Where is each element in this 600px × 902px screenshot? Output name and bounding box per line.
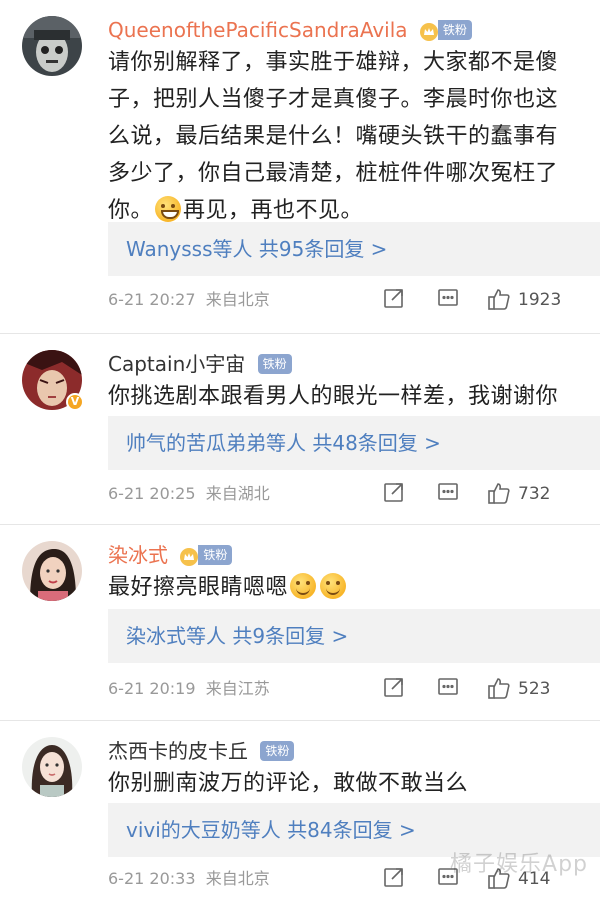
fan-badge: 铁粉 [260, 740, 295, 761]
like-count: 732 [518, 484, 551, 504]
username-row: QueenofthePacificSandraAvila 铁粉 [108, 14, 472, 42]
reply-summary[interactable]: 染冰式等人 共9条回复 > [108, 609, 600, 663]
like-count: 1923 [518, 290, 562, 310]
comment-meta: 6-21 20:33 来自北京 [108, 865, 270, 893]
fan-badge: 铁粉 [198, 544, 233, 565]
comment-location: 来自北京 [205, 290, 270, 309]
share-icon[interactable] [382, 675, 406, 703]
share-icon[interactable] [382, 480, 406, 508]
verified-badge: V [66, 393, 84, 411]
comment-icon[interactable] [436, 675, 460, 703]
crown-icon [419, 20, 438, 41]
avatar[interactable] [22, 541, 82, 601]
like-count: 523 [518, 679, 551, 699]
comment-meta: 6-21 20:27 来自北京 [108, 286, 270, 314]
fan-badge: 铁粉 [437, 19, 472, 40]
username-row: 染冰式 铁粉 [108, 539, 233, 569]
comment-actions: 732 [382, 480, 582, 508]
comment-icon[interactable] [436, 286, 460, 314]
comment-location: 来自北京 [205, 869, 270, 888]
smile-emoji [290, 573, 317, 599]
username[interactable]: QueenofthePacificSandraAvila [108, 16, 408, 44]
username[interactable]: 染冰式 [108, 541, 168, 569]
comment-location: 来自湖北 [205, 484, 270, 503]
username-row: 杰西卡的皮卡丘 铁粉 [108, 735, 295, 765]
like-button[interactable]: 523 [486, 675, 550, 703]
comment-item: 染冰式 铁粉 最好擦亮眼睛嗯嗯 染冰式等人 共9条回复 > 6-21 20:19… [0, 525, 600, 721]
comment-actions: 523 [382, 675, 582, 703]
username-row: Captain小宇宙 铁粉 [108, 348, 292, 376]
username[interactable]: Captain小宇宙 [108, 350, 245, 378]
like-icon [488, 483, 510, 504]
comment-text: 你别删南波万的评论，敢做不敢当么 [108, 771, 469, 796]
comment-item: V Captain小宇宙 铁粉 你挑选剧本跟看男人的眼光一样差，我谢谢你 帅气的… [0, 334, 600, 525]
like-button[interactable]: 732 [486, 480, 550, 508]
username[interactable]: 杰西卡的皮卡丘 [108, 737, 248, 765]
smile-emoji [320, 573, 347, 599]
comment-text: 请你别解释了，事实胜于雄辩，大家都不是傻子，把别人当傻子才是真傻子。李晨时你也这… [108, 50, 559, 223]
like-button[interactable]: 1923 [486, 286, 561, 314]
share-icon[interactable] [382, 865, 406, 893]
comment-item: QueenofthePacificSandraAvila 铁粉 请你别解释了，事… [0, 0, 600, 334]
share-icon[interactable] [382, 286, 406, 314]
comment-location: 来自江苏 [205, 679, 270, 698]
comment-text: 你挑选剧本跟看男人的眼光一样差，我谢谢你 [108, 384, 559, 409]
avatar[interactable] [22, 737, 82, 797]
watermark: 橘子娱乐App [450, 852, 588, 877]
like-icon [488, 289, 510, 310]
like-icon [488, 678, 510, 699]
avatar[interactable] [22, 16, 82, 76]
comment-item: 杰西卡的皮卡丘 铁粉 你别删南波万的评论，敢做不敢当么 vivi的大豆奶等人 共… [0, 721, 600, 902]
comment-time: 6-21 20:27 [108, 290, 196, 309]
reply-summary[interactable]: Wanysss等人 共95条回复 > [108, 222, 600, 276]
grin-emoji [155, 196, 182, 222]
comment-icon[interactable] [436, 480, 460, 508]
comment-time: 6-21 20:33 [108, 869, 196, 888]
comment-time: 6-21 20:19 [108, 679, 196, 698]
comment-actions: 1923 [382, 286, 582, 314]
comment-meta: 6-21 20:19 来自江苏 [108, 675, 270, 703]
crown-icon [180, 545, 199, 566]
comment-text: 最好擦亮眼睛嗯嗯 [108, 569, 580, 606]
comment-time: 6-21 20:25 [108, 484, 196, 503]
reply-summary[interactable]: 帅气的苦瓜弟弟等人 共48条回复 > [108, 416, 600, 470]
fan-badge: 铁粉 [257, 353, 292, 374]
comment-meta: 6-21 20:25 来自湖北 [108, 480, 270, 508]
